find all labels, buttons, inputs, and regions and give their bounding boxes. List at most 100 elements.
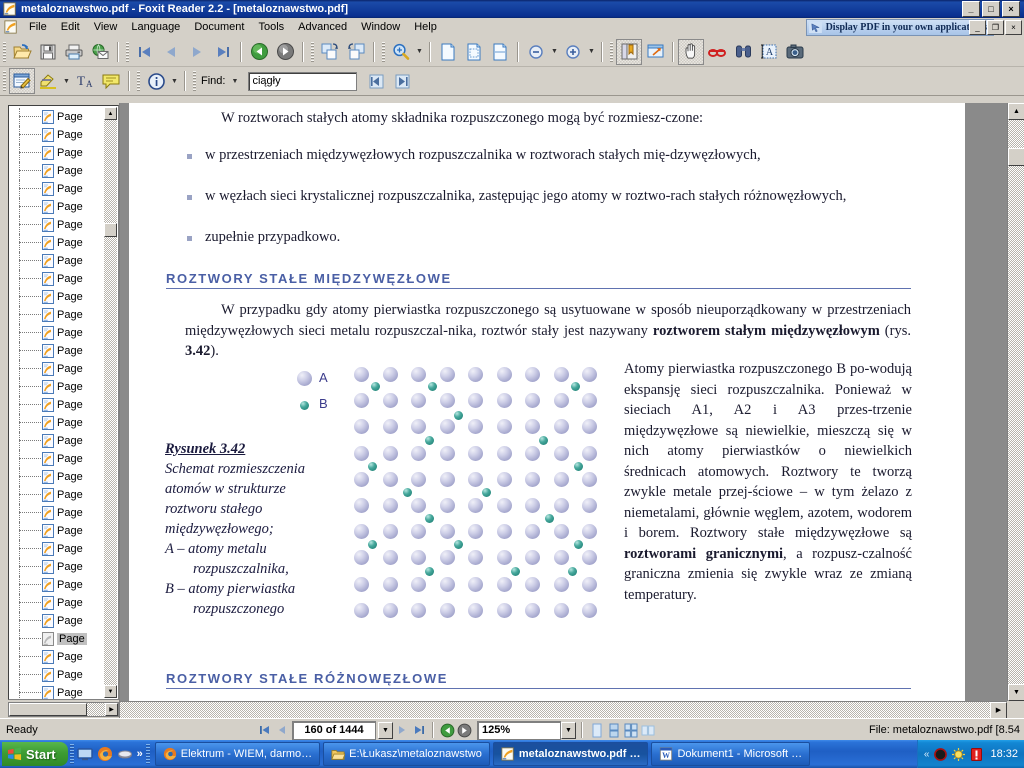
tasks-grip[interactable] bbox=[145, 744, 150, 764]
sidebar-item-page[interactable]: Page bbox=[19, 558, 104, 576]
mdi-restore-button[interactable]: ❐ bbox=[987, 20, 1004, 35]
rotate-clockwise-button[interactable] bbox=[317, 39, 343, 65]
sidebar-item-page[interactable]: Page bbox=[19, 378, 104, 396]
continuous-facing-layout-button[interactable] bbox=[639, 722, 656, 739]
toolbar-grip[interactable] bbox=[382, 41, 385, 62]
sidebar-scroll-thumb[interactable] bbox=[104, 223, 117, 237]
snapshot-button[interactable] bbox=[782, 39, 808, 65]
sidebar-item-page[interactable]: Page bbox=[19, 486, 104, 504]
taskbar-task-button[interactable]: E:\Łukasz\metaloznawstwo bbox=[323, 742, 490, 766]
scroll-down-button[interactable]: ▼ bbox=[104, 685, 117, 698]
taskbar-task-button[interactable]: Elektrum - WIEM, darmo… bbox=[154, 742, 321, 766]
firefox-icon[interactable] bbox=[97, 746, 113, 762]
taskbar-task-button[interactable]: metaloznawstwo.pdf … bbox=[492, 742, 649, 766]
continuous-layout-button[interactable] bbox=[605, 722, 622, 739]
toolbar-grip[interactable] bbox=[193, 71, 196, 91]
sidebar-vertical-scrollbar[interactable]: ▲ ▼ bbox=[104, 107, 117, 698]
menu-advanced[interactable]: Advanced bbox=[291, 19, 354, 35]
rotate-counterclockwise-button[interactable] bbox=[343, 39, 369, 65]
sidebar-item-page[interactable]: Page bbox=[19, 612, 104, 630]
sidebar-item-page[interactable]: Page bbox=[19, 648, 104, 666]
sidebar-item-page[interactable]: Page bbox=[19, 432, 104, 450]
sidebar-item-page[interactable]: Page bbox=[19, 306, 104, 324]
zoom-level-dropdown[interactable]: ▼ bbox=[561, 721, 576, 739]
sidebar-item-page[interactable]: Page bbox=[19, 252, 104, 270]
previous-page-button[interactable] bbox=[158, 39, 184, 65]
menu-document[interactable]: Document bbox=[187, 19, 251, 35]
toolbar-grip[interactable] bbox=[610, 41, 613, 62]
sidebar-item-page[interactable]: Page bbox=[19, 468, 104, 486]
status-previous-page-button[interactable] bbox=[273, 722, 290, 739]
doc-scroll-up-button[interactable]: ▲ bbox=[1008, 103, 1024, 120]
minimize-button[interactable]: _ bbox=[962, 1, 980, 17]
warning-icon[interactable] bbox=[970, 747, 983, 761]
sidebar-horizontal-scrollbar[interactable]: ▶ bbox=[8, 702, 119, 717]
highlight-dropdown-arrow[interactable]: ▼ bbox=[61, 69, 72, 93]
sidebar-item-page[interactable]: Page bbox=[19, 108, 104, 126]
sidebar-item-page[interactable]: Page bbox=[19, 450, 104, 468]
sidebar-item-page[interactable]: Page bbox=[19, 360, 104, 378]
full-screen-button[interactable] bbox=[642, 39, 668, 65]
show-navigation-panel-button[interactable] bbox=[616, 38, 642, 65]
sidebar-item-page[interactable]: Page bbox=[19, 522, 104, 540]
sidebar-item-page[interactable]: Page bbox=[19, 234, 104, 252]
status-forward-button[interactable] bbox=[456, 722, 473, 739]
zoom-dropdown-arrow[interactable]: ▼ bbox=[414, 40, 425, 64]
menu-view[interactable]: View bbox=[87, 19, 125, 35]
sidebar-item-page[interactable]: Page bbox=[19, 342, 104, 360]
show-desktop-icon[interactable] bbox=[77, 746, 93, 762]
highlight-button[interactable] bbox=[35, 68, 61, 94]
select-annotation-button[interactable] bbox=[704, 39, 730, 65]
maximize-button[interactable]: □ bbox=[982, 1, 1000, 17]
go-back-button[interactable] bbox=[246, 39, 272, 65]
facing-layout-button[interactable] bbox=[622, 722, 639, 739]
sidebar-item-page[interactable]: Page bbox=[19, 126, 104, 144]
toolbar-grip[interactable] bbox=[3, 71, 6, 91]
toolbar-grip[interactable] bbox=[311, 41, 314, 62]
document-vertical-scrollbar[interactable]: ▲ ▼ bbox=[1007, 103, 1024, 701]
email-button[interactable] bbox=[87, 39, 113, 65]
typewriter-button[interactable]: T A bbox=[72, 68, 98, 94]
sun-icon[interactable] bbox=[952, 747, 966, 761]
document-info-button[interactable] bbox=[143, 68, 169, 94]
zoom-tool-button[interactable] bbox=[388, 39, 414, 65]
sidebar-item-page[interactable]: Page bbox=[19, 540, 104, 558]
taskbar-clock[interactable]: 18:32 bbox=[988, 748, 1018, 760]
sidebar-item-page[interactable]: Page bbox=[19, 216, 104, 234]
ad-banner[interactable]: Display PDF in your own applications bbox=[805, 19, 994, 36]
edit-notes-button[interactable] bbox=[9, 68, 35, 94]
sidebar-item-page[interactable]: Page bbox=[19, 288, 104, 306]
save-button[interactable] bbox=[35, 39, 61, 65]
sidebar-item-page[interactable]: Page bbox=[19, 198, 104, 216]
start-button[interactable]: Start bbox=[2, 742, 68, 766]
sidebar-item-page[interactable]: Page bbox=[19, 684, 104, 699]
zoom-out-dropdown-arrow[interactable]: ▼ bbox=[549, 40, 560, 64]
sticky-note-button[interactable] bbox=[98, 68, 124, 94]
menu-help[interactable]: Help bbox=[407, 19, 444, 35]
next-page-button[interactable] bbox=[184, 39, 210, 65]
first-page-button[interactable] bbox=[132, 39, 158, 65]
toolbar-grip[interactable] bbox=[3, 41, 6, 62]
close-button[interactable]: × bbox=[1002, 1, 1020, 17]
find-previous-button[interactable] bbox=[363, 68, 389, 94]
doc-scroll-right-button[interactable]: ▶ bbox=[990, 701, 1007, 718]
document-horizontal-scrollbar[interactable]: ▶ bbox=[120, 701, 1007, 718]
sidebar-item-page[interactable]: Page bbox=[19, 594, 104, 612]
document-view[interactable]: W roztworach stałych atomy składnika roz… bbox=[120, 103, 1024, 718]
sidebar-item-page[interactable]: Page bbox=[19, 504, 104, 522]
toolbar-grip[interactable] bbox=[137, 71, 140, 91]
menu-language[interactable]: Language bbox=[124, 19, 187, 35]
menu-file[interactable]: File bbox=[22, 19, 54, 35]
menu-edit[interactable]: Edit bbox=[54, 19, 87, 35]
record-icon[interactable] bbox=[934, 747, 948, 761]
more-chevron-icon[interactable]: » bbox=[137, 748, 143, 760]
doc-scroll-down-button[interactable]: ▼ bbox=[1008, 684, 1024, 701]
mdi-close-button[interactable]: × bbox=[1005, 20, 1022, 35]
scroll-up-button[interactable]: ▲ bbox=[104, 107, 117, 120]
find-dropdown-arrow[interactable]: ▼ bbox=[229, 69, 240, 93]
document-info-dropdown-arrow[interactable]: ▼ bbox=[169, 69, 180, 93]
page-number-input[interactable]: 160 of 1444 bbox=[292, 720, 376, 740]
hand-tool-button[interactable] bbox=[678, 38, 704, 65]
select-text-button[interactable]: A bbox=[756, 39, 782, 65]
zoom-in-button[interactable] bbox=[560, 39, 586, 65]
